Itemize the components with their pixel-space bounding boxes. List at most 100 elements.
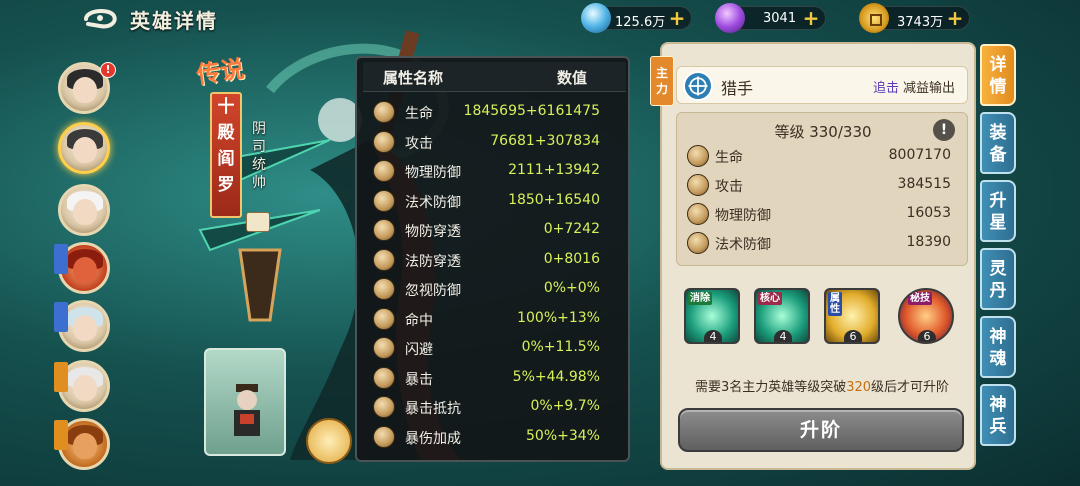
attribute-bonus: +7242 xyxy=(552,221,600,237)
attribute-value-header: 数值 xyxy=(557,69,588,87)
add-gem-button[interactable]: + xyxy=(667,8,687,29)
faction-badge xyxy=(54,362,68,392)
attribute-bonus: +0% xyxy=(566,280,600,296)
tab-char: 备 xyxy=(989,145,1007,165)
tab-2[interactable]: 装备 xyxy=(980,112,1016,174)
stat-value: 16053 xyxy=(906,205,951,221)
attribute-bonus: +8016 xyxy=(552,250,600,267)
attribute-bonus: +9.7% xyxy=(552,398,600,414)
attribute-name: 暴伤加成 xyxy=(405,430,461,447)
attribute-bonus: +34% xyxy=(557,427,600,444)
attribute-bonus: +11.5% xyxy=(543,339,600,355)
tab-char: 丹 xyxy=(989,281,1007,301)
attribute-name: 忽视防御 xyxy=(405,283,461,299)
attribute-name: 攻击 xyxy=(405,135,433,152)
attribute-value: 0%+9.7% xyxy=(530,398,600,414)
skill-level: 6 xyxy=(918,330,936,342)
stat-row: 生命 8007170 xyxy=(685,143,961,169)
attribute-bonus: +44.98% xyxy=(534,368,600,385)
add-coin-button[interactable]: + xyxy=(945,8,965,29)
weapon-icon[interactable] xyxy=(306,418,352,464)
attribute-value: 50%+34% xyxy=(526,428,600,444)
level-text: 等级 330/330 xyxy=(774,123,872,141)
attribute-row: 物理防御 2111+13942 xyxy=(363,157,626,186)
skill-level: 4 xyxy=(704,330,722,342)
tab-char: 装 xyxy=(989,123,1007,143)
attribute-name: 生命 xyxy=(405,106,433,122)
tag-chase: 追击 xyxy=(872,81,899,96)
attribute-name: 命中 xyxy=(405,312,433,329)
currency-orb-value: 3041 xyxy=(763,11,797,26)
skill-level: 4 xyxy=(774,330,792,342)
attribute-base: 0% xyxy=(530,398,553,414)
add-orb-button[interactable]: + xyxy=(801,8,821,29)
tag-debuff: 减益输出 xyxy=(902,81,955,96)
attribute-row: 攻击 76681+307834 xyxy=(363,128,626,157)
main-force-tag: 主力 xyxy=(650,56,674,106)
attribute-value: 5%+44.98% xyxy=(513,369,600,385)
stat-name: 攻击 xyxy=(715,179,743,195)
scroll-icon[interactable] xyxy=(246,212,270,232)
attribute-name: 暴击抵抗 xyxy=(405,401,461,417)
attribute-value: 0%+0% xyxy=(544,280,600,296)
skill-slot[interactable]: 消除 4 xyxy=(684,288,740,344)
attribute-row: 法术防御 1850+16540 xyxy=(363,187,626,216)
skill-slot[interactable]: 秘技 6 xyxy=(898,288,954,344)
tab-4[interactable]: 灵丹 xyxy=(980,248,1016,310)
tab-char: 升 xyxy=(989,191,1007,211)
attribute-bonus: +6161475 xyxy=(525,103,600,119)
hero-avatar-selected[interactable] xyxy=(58,122,110,174)
requirement-pre: 需要3名主力英雄等级突破 xyxy=(694,380,847,395)
attribute-row: 暴击 5%+44.98% xyxy=(363,364,626,393)
hero-sprite-card[interactable] xyxy=(204,348,286,456)
stat-name: 生命 xyxy=(715,150,743,166)
attribute-value: 0+8016 xyxy=(544,251,600,267)
skill-label: 消除 xyxy=(688,292,712,305)
skill-label: 核心 xyxy=(758,292,782,305)
attribute-name: 暴击 xyxy=(405,371,433,388)
tab-1[interactable]: 详情 xyxy=(980,44,1016,106)
hero-name-char: 罗 xyxy=(217,175,235,195)
class-bar: 猎手 追击 减益输出 xyxy=(676,66,968,104)
tab-5[interactable]: 神魂 xyxy=(980,316,1016,378)
tab-char: 星 xyxy=(989,213,1007,233)
hero-title: 阴司统帅 xyxy=(252,121,266,191)
attribute-base: 0% xyxy=(543,280,567,296)
attribute-row: 暴击抵抗 0%+9.7% xyxy=(363,393,626,422)
attribute-panel[interactable]: 属性名称 数值 生命 1845695+6161475 攻击 76681+307834 物… xyxy=(355,56,630,462)
attribute-value: 76681+307834 xyxy=(490,133,600,149)
attribute-row: 命中 100%+13% xyxy=(363,305,626,334)
attribute-icon xyxy=(373,130,395,153)
stat-icon xyxy=(687,232,709,254)
attribute-value: 1850+16540 xyxy=(508,192,600,208)
attribute-base: 1850 xyxy=(508,191,544,208)
attribute-icon xyxy=(373,101,395,123)
attribute-value: 2111+13942 xyxy=(508,162,600,178)
attribute-value: 1845695+6161475 xyxy=(464,103,600,119)
attribute-name-header: 属性名称 xyxy=(383,69,444,87)
attribute-row: 暴伤加成 50%+34% xyxy=(363,423,626,452)
attribute-bonus: +13942 xyxy=(543,162,600,178)
attribute-icon xyxy=(373,425,395,448)
attribute-header: 属性名称 数值 xyxy=(363,62,626,92)
attribute-base: 5% xyxy=(512,368,535,385)
info-icon[interactable]: ! xyxy=(933,119,955,141)
attribute-row: 法防穿透 0+8016 xyxy=(363,246,626,275)
gem-icon xyxy=(581,3,611,33)
currency-coin-value: 3743万 xyxy=(897,15,944,30)
tab-3[interactable]: 升星 xyxy=(980,180,1016,242)
stat-value: 384515 xyxy=(897,176,951,192)
currency-gem: 125.6万 + xyxy=(581,3,692,33)
tab-6[interactable]: 神兵 xyxy=(980,384,1016,446)
upgrade-button[interactable]: 升阶 xyxy=(678,408,964,452)
skill-slot[interactable]: 核心 4 xyxy=(754,288,810,344)
attribute-value: 0%+11.5% xyxy=(522,339,600,355)
stat-icon xyxy=(687,203,709,225)
attribute-base: 76681 xyxy=(490,132,535,149)
hero-avatar[interactable] xyxy=(58,184,110,236)
faction-badge xyxy=(54,420,68,450)
hero-name-char: 殿 xyxy=(217,123,235,143)
back-icon[interactable] xyxy=(80,6,120,32)
attribute-icon xyxy=(373,189,395,212)
skill-slot[interactable]: 属性 6 xyxy=(824,288,880,344)
